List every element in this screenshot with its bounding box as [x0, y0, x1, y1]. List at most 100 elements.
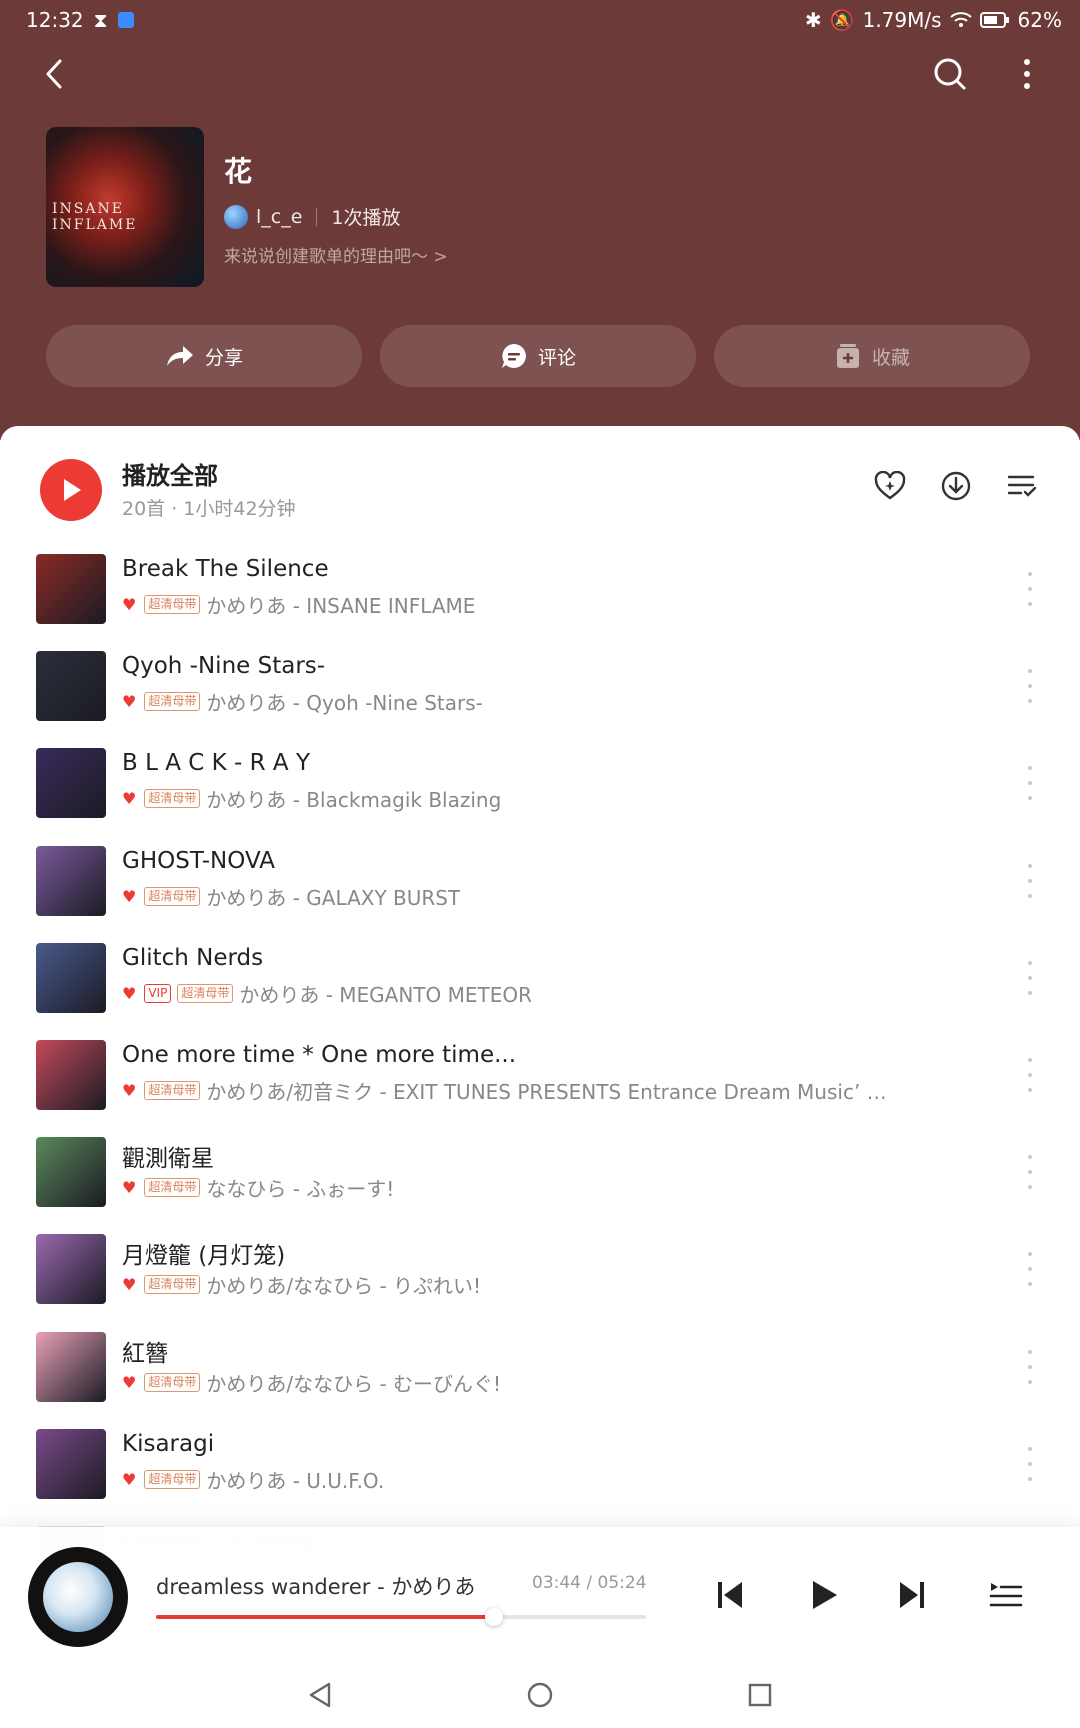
song-title: Break The Silence: [122, 556, 329, 582]
recents-nav-button[interactable]: [740, 1675, 780, 1715]
song-row[interactable]: 觀測衛星 ♥ 超清母带 ななひら - ふぉーす!: [0, 1125, 1080, 1222]
comment-label: 评论: [537, 346, 576, 369]
more-dot-icon: [1028, 1349, 1032, 1354]
playlist-description-link[interactable]: 来说说创建歌单的理由吧～ >: [224, 242, 448, 267]
home-nav-button[interactable]: [520, 1675, 560, 1715]
user-avatar[interactable]: [224, 204, 248, 229]
heart-mode-button[interactable]: [872, 468, 908, 504]
more-vertical-icon: [1024, 59, 1030, 89]
more-dot-icon: [1028, 1461, 1032, 1466]
hourglass-icon: ⧗: [93, 8, 108, 32]
quality-badge: 超清母带: [177, 983, 234, 1003]
song-row[interactable]: B L A C K - R A Y ♥ 超清母带 かめりあ - Blackmagik …: [0, 736, 1080, 833]
progress-handle[interactable]: [485, 1608, 504, 1626]
action-row: 分享 评论 收藏: [46, 325, 1030, 387]
play-button[interactable]: [796, 1567, 852, 1623]
multi-select-button[interactable]: [1004, 468, 1040, 504]
liked-heart-icon: ♥: [122, 983, 137, 1003]
share-button[interactable]: 分享: [46, 325, 362, 387]
song-more-button[interactable]: [1020, 766, 1040, 801]
quality-badge: 超清母带: [144, 1372, 201, 1392]
artist-album: ななひら - ふぉーす!: [206, 1177, 395, 1202]
song-more-button[interactable]: [1020, 1155, 1040, 1190]
download-button[interactable]: [938, 468, 974, 504]
now-playing-disc[interactable]: [28, 1547, 128, 1647]
more-dot-icon: [1028, 1446, 1032, 1451]
song-more-button[interactable]: [1020, 1057, 1040, 1092]
collect-button[interactable]: 收藏: [714, 325, 1030, 387]
song-thumbnail: [36, 845, 106, 916]
next-button[interactable]: [884, 1567, 940, 1623]
more-dot-icon: [1028, 781, 1032, 786]
song-row[interactable]: Qyoh -Nine Stars- ♥ 超清母带 かめりあ - Qyoh -Nine …: [0, 639, 1080, 736]
song-thumbnail: [36, 1428, 106, 1499]
song-row[interactable]: Kisaragi ♥ 超清母带 かめりあ - U.U.F.O.: [0, 1417, 1080, 1514]
search-button[interactable]: [926, 50, 974, 98]
mini-player[interactable]: dreamless wanderer - かめりあ 03:44 / 05:24: [0, 1527, 1080, 1663]
quality-badge: 超清母带: [144, 595, 201, 614]
quality-badge: 超清母带: [144, 1275, 201, 1295]
progress-bar[interactable]: [156, 1608, 646, 1626]
quality-badge: 超清母带: [144, 692, 201, 712]
song-row[interactable]: One more time * One more time... ♥ 超清母带 かめり…: [0, 1028, 1080, 1125]
more-options-button[interactable]: [1003, 50, 1051, 98]
more-dot-icon: [1028, 572, 1032, 576]
playlist-title: 花: [224, 155, 253, 188]
song-row[interactable]: 紅簪 ♥ 超清母带 かめりあ/ななひら - むーびんぐ!: [0, 1320, 1080, 1417]
more-dot-icon: [1028, 669, 1032, 674]
now-playing-artwork: [43, 1562, 113, 1632]
song-more-button[interactable]: [1020, 960, 1040, 995]
play-all-row[interactable]: 播放全部 20首 · 1小时42分钟: [40, 456, 1040, 526]
song-subtitle: ♥ VIP 超清母带 かめりあ - MEGANTO METEOR: [122, 979, 532, 1008]
share-icon: [166, 346, 193, 366]
artist-album: かめりあ - INSANE INFLAME: [206, 594, 476, 618]
more-dot-icon: [1028, 975, 1032, 980]
song-more-button[interactable]: [1020, 572, 1040, 606]
more-dot-icon: [1028, 1379, 1032, 1384]
system-nav-bar: [0, 1663, 1080, 1728]
song-row[interactable]: GHOST-NOVA ♥ 超清母带 かめりあ - GALAXY BURST: [0, 834, 1080, 931]
top-nav: [0, 48, 1080, 98]
song-more-button[interactable]: [1020, 1252, 1040, 1287]
quality-badge: 超清母带: [144, 886, 201, 906]
more-dot-icon: [1028, 1364, 1032, 1369]
previous-button[interactable]: [702, 1567, 758, 1623]
meta-divider: [316, 207, 318, 226]
playlist-cover[interactable]: INSANE INFLAME: [46, 127, 204, 287]
battery-icon: [979, 12, 1009, 28]
song-row[interactable]: Break The Silence ♥ 超清母带 かめりあ - INSANE INFL…: [0, 542, 1080, 639]
song-subtitle: ♥ 超清母带 かめりあ - U.U.F.O.: [122, 1465, 384, 1494]
song-row[interactable]: Glitch Nerds ♥ VIP 超清母带 かめりあ - MEGANTO METEO…: [0, 931, 1080, 1028]
play-all-title: 播放全部: [122, 462, 218, 490]
creator-name[interactable]: l_c_e: [256, 206, 302, 228]
network-speed: 1.79M/s: [862, 8, 942, 32]
song-title: B L A C K - R A Y: [122, 750, 311, 777]
liked-heart-icon: ♥: [122, 1469, 137, 1489]
artist-album: かめりあ - Qyoh -Nine Stars-: [206, 691, 483, 716]
cloud-app-icon: [117, 12, 134, 28]
status-time: 12:32: [26, 8, 84, 32]
song-more-button[interactable]: [1020, 1349, 1040, 1384]
liked-heart-icon: ♥: [122, 886, 137, 906]
play-all-button[interactable]: [40, 459, 102, 521]
song-row[interactable]: 月燈籠 (月灯笼) ♥ 超清母带 かめりあ/ななひら - りぷれい!: [0, 1222, 1080, 1319]
more-dot-icon: [1028, 1087, 1032, 1092]
song-title: GHOST-NOVA: [122, 847, 275, 874]
back-button[interactable]: [30, 50, 78, 98]
more-dot-icon: [1028, 1170, 1032, 1175]
song-more-button[interactable]: [1020, 669, 1040, 704]
collect-label: 收藏: [871, 346, 910, 369]
song-more-button[interactable]: [1020, 863, 1040, 898]
back-nav-button[interactable]: [300, 1675, 340, 1715]
more-dot-icon: [1028, 602, 1032, 606]
song-thumbnail: [36, 1234, 106, 1305]
comment-button[interactable]: 评论: [380, 325, 696, 387]
playlist-queue-button[interactable]: [978, 1567, 1034, 1623]
play-icon: [64, 479, 81, 501]
song-more-button[interactable]: [1020, 1446, 1040, 1481]
artist-album: かめりあ - Blackmagik Blazing: [206, 788, 502, 813]
artist-album: かめりあ - GALAXY BURST: [206, 885, 461, 910]
more-dot-icon: [1028, 1072, 1032, 1077]
download-icon: [941, 471, 971, 501]
more-dot-icon: [1028, 1185, 1032, 1190]
